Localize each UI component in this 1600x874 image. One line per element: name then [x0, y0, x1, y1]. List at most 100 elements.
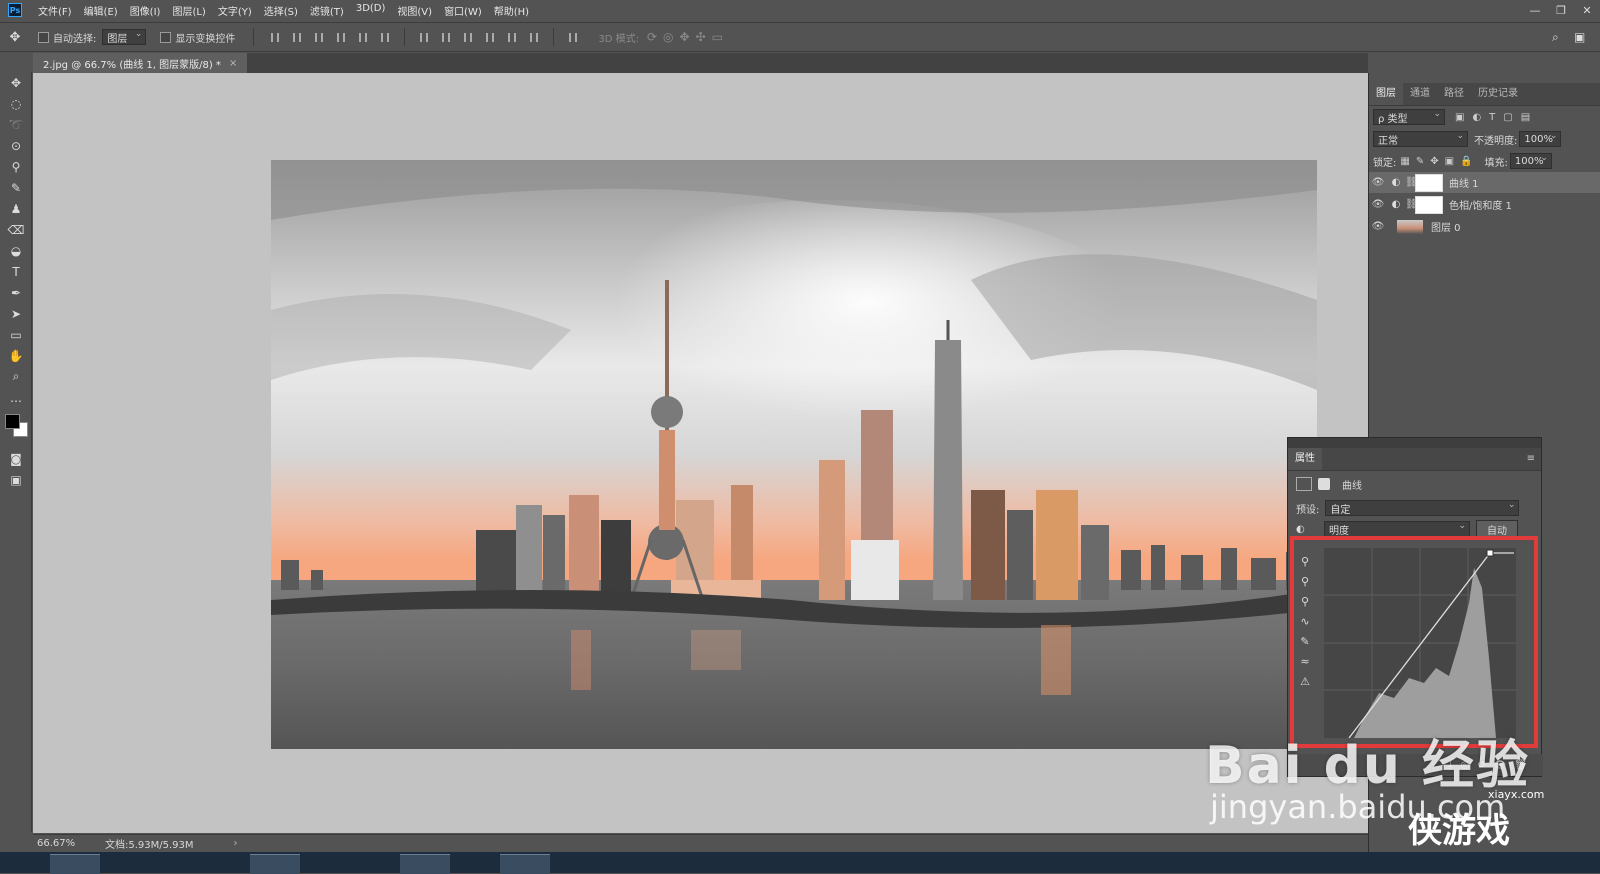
align-left-icon[interactable] — [335, 31, 347, 43]
align-hcenter-icon[interactable] — [357, 31, 369, 43]
blend-mode-dropdown[interactable]: 正常 — [1373, 131, 1468, 147]
eraser-tool-icon[interactable]: ⌫ — [0, 219, 32, 240]
foreground-color-swatch[interactable] — [5, 414, 20, 429]
auto-select-dropdown[interactable]: 图层 — [102, 29, 147, 45]
color-swatches[interactable] — [0, 408, 31, 448]
target-adjust-icon[interactable]: ◐ — [1296, 524, 1324, 535]
channel-dropdown[interactable]: 明度 — [1324, 521, 1470, 537]
preset-dropdown[interactable]: 自定 — [1325, 500, 1520, 516]
screen-mode-icon[interactable]: ▣ — [0, 469, 32, 490]
type-tool-icon[interactable]: T — [0, 261, 32, 282]
tab-properties[interactable]: 属性 — [1288, 448, 1322, 470]
game-brand-watermark: 侠游戏 — [1408, 811, 1510, 851]
path-select-tool-icon[interactable]: ➤ — [0, 303, 32, 324]
tab-layers[interactable]: 图层 — [1369, 83, 1403, 105]
mask-icon[interactable] — [1318, 478, 1330, 490]
lasso-tool-icon[interactable]: ➰ — [0, 114, 32, 135]
eyedropper-tool-icon[interactable]: ⚲ — [0, 156, 32, 177]
layer-row-hue-saturation[interactable]: 👁 ◐ ⛓ 色相/饱和度 1 — [1369, 194, 1600, 215]
menu-item[interactable]: 3D(D) — [350, 3, 392, 18]
taskbar-app-button[interactable] — [400, 854, 450, 874]
taskbar-app-button[interactable] — [250, 854, 300, 874]
layer-mask-thumbnail[interactable] — [1415, 173, 1443, 192]
status-menu-arrow[interactable]: › — [234, 838, 238, 849]
minimize-button[interactable]: — — [1522, 0, 1548, 20]
quick-mask-icon[interactable]: ◙ — [0, 448, 32, 469]
workspace-icon[interactable]: ▣ — [1574, 30, 1600, 44]
stamp-tool-icon[interactable]: ♟ — [0, 198, 32, 219]
menu-item[interactable]: 文字(Y) — [212, 3, 258, 18]
layer-name: 图层 0 — [1431, 223, 1461, 234]
blend-row: 正常 不透明度: 100% — [1369, 128, 1600, 150]
tab-paths[interactable]: 路径 — [1437, 83, 1471, 105]
distribute-hcenter-icon[interactable] — [506, 31, 518, 43]
menu-item[interactable]: 帮助(H) — [488, 3, 535, 18]
fill-input[interactable]: 100% — [1509, 153, 1552, 169]
layer-name: 曲线 1 — [1449, 179, 1479, 190]
quick-select-tool-icon[interactable]: ⊙ — [0, 135, 32, 156]
options-bar: ✥ 自动选择: 图层 显示变换控件 3D 模式: ⟳◎✥✣▭ ⌕ ▣ — [0, 22, 1600, 52]
layer-mask-thumbnail[interactable] — [1415, 195, 1443, 214]
menu-item[interactable]: 滤镜(T) — [304, 3, 350, 18]
close-tab-icon[interactable]: × — [229, 58, 237, 69]
adjustment-icon: ◐ — [1391, 199, 1401, 210]
distribute-vcenter-icon[interactable] — [440, 31, 452, 43]
align-bottom-icon[interactable] — [313, 31, 325, 43]
zoom-tool-icon[interactable]: ⌕ — [0, 366, 32, 387]
properties-title: 曲线 — [1342, 480, 1362, 492]
tab-channels[interactable]: 通道 — [1403, 83, 1437, 105]
auto-select-checkbox[interactable] — [38, 31, 49, 43]
pen-tool-icon[interactable]: ✒ — [0, 282, 32, 303]
layer-row-layer-0[interactable]: 👁 图层 0 — [1369, 216, 1600, 237]
layer-row-curves[interactable]: 👁 ◐ ⛓ 曲线 1 — [1369, 172, 1600, 193]
lock-icons[interactable]: ▦✎✥▣🔒 — [1400, 156, 1478, 167]
document-image[interactable] — [271, 160, 1317, 749]
auto-select-label: 自动选择: — [53, 33, 97, 45]
align-right-icon[interactable] — [379, 31, 391, 43]
more-tools-icon[interactable]: … — [0, 387, 32, 408]
move-tool-icon[interactable]: ✥ — [0, 72, 32, 93]
layer-name: 色相/饱和度 1 — [1449, 201, 1512, 212]
menu-item[interactable]: 视图(V) — [391, 3, 438, 18]
curves-adjustment-icon[interactable] — [1296, 477, 1312, 491]
panel-menu-icon[interactable]: ≡ — [1521, 448, 1541, 470]
eye-icon[interactable]: 👁 — [1369, 177, 1387, 188]
opacity-input[interactable]: 100% — [1519, 131, 1562, 147]
shape-tool-icon[interactable]: ▭ — [0, 324, 32, 345]
hand-tool-icon[interactable]: ✋ — [0, 345, 32, 366]
menu-item[interactable]: 图层(L) — [166, 3, 211, 18]
tab-history[interactable]: 历史记录 — [1471, 83, 1525, 105]
layer-thumbnail[interactable] — [1397, 219, 1423, 234]
zoom-level[interactable]: 66.67% — [37, 838, 97, 849]
brush-tool-icon[interactable]: ✎ — [0, 177, 32, 198]
search-icon[interactable]: ⌕ — [1552, 30, 1574, 45]
align-vcenter-icon[interactable] — [291, 31, 303, 43]
blur-tool-icon[interactable]: ◒ — [0, 240, 32, 261]
close-window-button[interactable]: ✕ — [1574, 0, 1600, 20]
eye-icon[interactable]: 👁 — [1369, 221, 1387, 232]
distribute-bottom-icon[interactable] — [462, 31, 474, 43]
eye-icon[interactable]: 👁 — [1369, 199, 1387, 210]
opacity-label: 不透明度: — [1474, 135, 1518, 147]
menu-item[interactable]: 选择(S) — [258, 3, 304, 18]
align-top-icon[interactable] — [269, 31, 281, 43]
restore-button[interactable]: ❐ — [1548, 0, 1574, 20]
menu-item[interactable]: 编辑(E) — [78, 3, 124, 18]
marquee-tool-icon[interactable]: ◌ — [0, 93, 32, 114]
layer-filter-dropdown[interactable]: ρ 类型 — [1373, 109, 1445, 125]
layer-filter-icons[interactable]: ▣◐T▢▤ — [1455, 112, 1538, 123]
move-tool-preset-icon[interactable]: ✥ — [0, 30, 30, 45]
show-transform-checkbox[interactable] — [160, 31, 172, 43]
properties-title-row: 曲线 — [1288, 471, 1541, 497]
taskbar-app-button[interactable] — [50, 854, 100, 874]
distribute-right-icon[interactable] — [528, 31, 540, 43]
taskbar-app-button[interactable] — [500, 854, 550, 874]
menu-item[interactable]: 文件(F) — [32, 3, 78, 18]
document-tab[interactable]: 2.jpg @ 66.7% (曲线 1, 图层蒙版/8) * × — [33, 53, 248, 73]
distribute-top-icon[interactable] — [418, 31, 430, 43]
taskbar — [0, 852, 1600, 874]
auto-align-icon[interactable] — [567, 31, 579, 43]
distribute-left-icon[interactable] — [484, 31, 496, 43]
menu-item[interactable]: 图像(I) — [124, 3, 167, 18]
menu-item[interactable]: 窗口(W) — [438, 3, 488, 18]
